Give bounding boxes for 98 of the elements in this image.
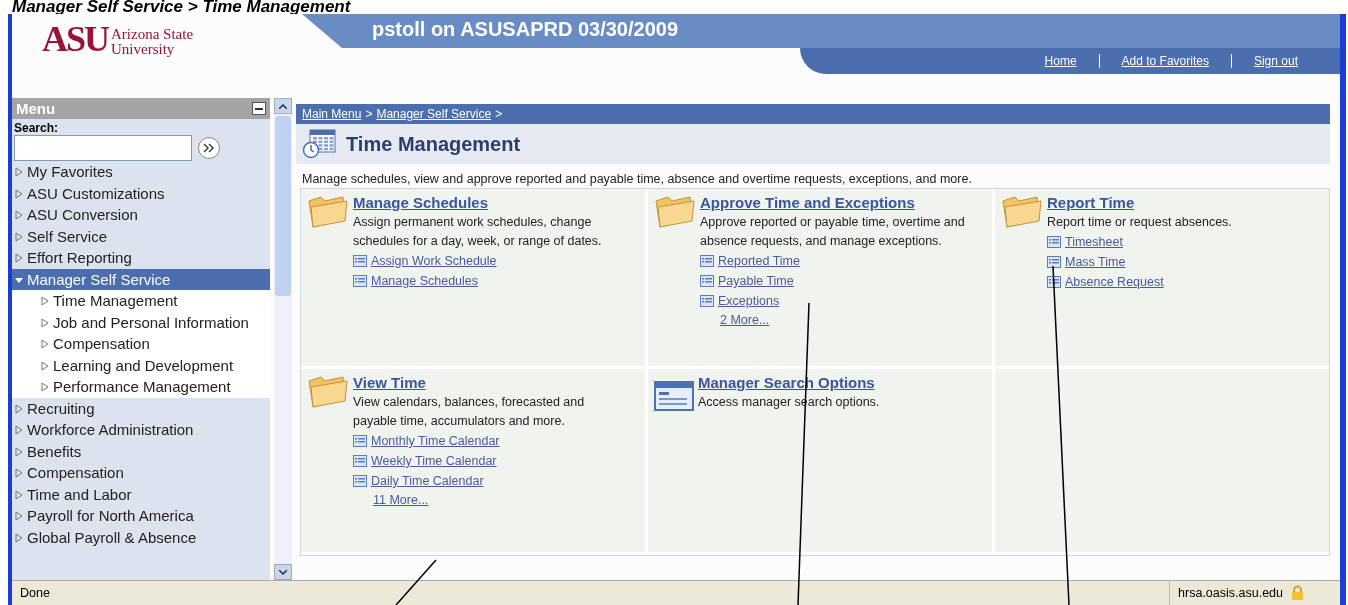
list-icon [353, 255, 367, 267]
triangle-icon [14, 468, 24, 478]
page-link[interactable]: Timesheet [1065, 232, 1123, 252]
more-link[interactable]: 2 More... [720, 311, 970, 330]
page-link[interactable]: Absence Request [1065, 272, 1164, 292]
scrollbar[interactable] [274, 98, 292, 580]
triangle-icon [14, 167, 24, 177]
user-banner: pstoll on ASUSAPRD 03/30/2009 [302, 14, 1340, 48]
tile-title-link[interactable]: Approve Time and Exceptions [700, 193, 970, 213]
clock-calendar-icon [302, 129, 336, 159]
menu-item[interactable]: Job and Personal Information [12, 311, 270, 333]
breadcrumb-link[interactable]: Manager Self Service [376, 107, 492, 121]
triangle-icon [14, 425, 24, 435]
folder-icon [307, 373, 349, 409]
menu-item[interactable]: Effort Reporting [12, 247, 270, 269]
menu-item[interactable]: Workforce Administration [12, 419, 270, 441]
breadcrumb-separator: > [365, 107, 373, 121]
search-field[interactable] [14, 135, 192, 161]
menu-item[interactable]: ASU Customizations [12, 182, 270, 204]
double-chevron-icon [203, 143, 215, 153]
triangle-icon [14, 188, 24, 199]
triangle-icon [14, 253, 24, 263]
menu-item[interactable]: Self Service [12, 225, 270, 247]
lock-icon [1291, 585, 1304, 601]
menu-item[interactable]: Payroll for North America [12, 505, 270, 527]
menu-item[interactable]: Time and Labor [12, 483, 270, 505]
tile-title-link[interactable]: Manage Schedules [353, 193, 623, 213]
list-icon [353, 475, 367, 487]
tile-title-link[interactable]: Report Time [1047, 193, 1232, 213]
list-icon [700, 295, 714, 307]
triangle-icon [14, 210, 24, 220]
window-icon [654, 381, 694, 411]
breadcrumb-separator: > [495, 107, 503, 121]
nav-link[interactable]: Add to Favorites [1098, 54, 1231, 68]
page-link[interactable]: Payable Time [718, 271, 794, 291]
chevron-up-icon [279, 103, 287, 109]
menu-item[interactable]: Compensation [12, 333, 270, 355]
page-link[interactable]: Reported Time [718, 251, 800, 271]
nav-link[interactable]: Sign out [1230, 54, 1320, 68]
menu-item[interactable]: Global Payroll & Absence [12, 526, 270, 548]
triangle-icon [40, 317, 50, 328]
menu-item[interactable]: My Favorites [12, 161, 270, 183]
page-link[interactable]: Manage Schedules [371, 271, 479, 291]
chevron-down-icon [279, 569, 287, 575]
menu-item[interactable]: Time Management [12, 290, 270, 312]
page-link[interactable]: Exceptions [718, 291, 780, 311]
menu-item[interactable]: Manager Self Service [12, 268, 270, 290]
triangle-icon [40, 360, 50, 371]
page-description: Manage schedules, view and approve reported and payable time, absence and overtime requests, exceptions, and more. [301, 171, 973, 188]
menu-item[interactable]: Performance Management [12, 376, 270, 398]
list-icon [353, 455, 367, 467]
page-title: Time Management [346, 132, 521, 156]
page-link[interactable]: Mass Time [1065, 252, 1126, 272]
page-link[interactable]: Weekly Time Calendar [371, 451, 497, 471]
tile-description: View calendars, balances, forecasted and payable time, accumulators and more. [353, 394, 586, 430]
triangle-icon [40, 296, 50, 306]
tile-title-link[interactable]: View Time [353, 373, 623, 393]
folder-icon [307, 193, 349, 229]
menu-item[interactable]: Learning and Development [12, 354, 270, 376]
triangle-icon [14, 231, 24, 242]
search-go-button[interactable] [198, 137, 220, 159]
triangle-icon [40, 339, 50, 349]
leader-line [395, 559, 437, 605]
menu-title: Menu [16, 100, 56, 117]
breadcrumb-link[interactable]: Main Menu [302, 107, 362, 121]
list-icon [700, 255, 714, 267]
list-icon [1047, 276, 1061, 288]
collapse-button[interactable] [252, 102, 266, 115]
triangle-icon [14, 532, 24, 543]
triangle-icon [14, 489, 24, 500]
tile-description: Assign permanent work schedules, change schedules for a day, week, or range of dates. [353, 214, 603, 250]
triangle-icon [14, 511, 24, 521]
list-icon [353, 275, 367, 287]
search-label: Search: [13, 120, 60, 135]
menu-item[interactable]: Benefits [12, 440, 270, 462]
triangle-icon [14, 446, 24, 457]
list-icon [1047, 256, 1061, 268]
tile-description: Report time or request absences. [1047, 214, 1232, 231]
minus-icon [255, 107, 263, 110]
nav-link[interactable]: Home [1022, 54, 1099, 68]
list-icon [700, 275, 714, 287]
tile-description: Approve reported or payable time, overtime and absence requests, and manage exceptions. [700, 214, 966, 250]
page-caption: Manager Self Service > Time Management [11, 0, 352, 14]
list-icon [1047, 236, 1061, 248]
triangle-icon [14, 403, 24, 414]
host-name: hrsa.oasis.asu.edu [1178, 586, 1283, 600]
folder-icon [654, 193, 696, 229]
menu-item[interactable]: Recruiting [12, 397, 270, 419]
folder-icon [1001, 193, 1043, 229]
menu-item[interactable]: ASU Conversion [12, 204, 270, 226]
status-text: Done [20, 586, 50, 600]
menu-item[interactable]: Compensation [12, 462, 270, 484]
triangle-icon [40, 382, 50, 392]
more-link[interactable]: 11 More... [373, 491, 623, 510]
page-link[interactable]: Assign Work Schedule [371, 251, 497, 271]
page-link[interactable]: Daily Time Calendar [371, 471, 484, 491]
list-icon [353, 435, 367, 447]
page-link[interactable]: Monthly Time Calendar [371, 431, 500, 451]
